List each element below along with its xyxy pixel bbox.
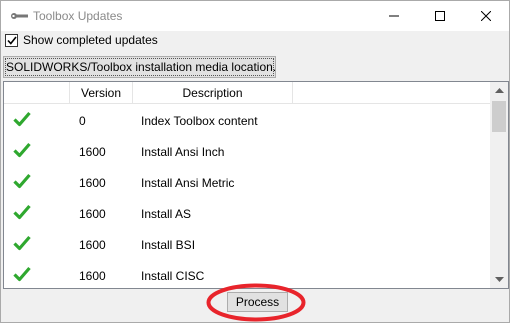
installation-media-location-button[interactable]: SOLIDWORKS/Toolbox installation media lo…: [3, 56, 276, 78]
table-row[interactable]: 1600 Install CISC: [4, 259, 490, 288]
show-completed-label[interactable]: Show completed updates: [23, 33, 158, 47]
row-version: 1600: [79, 176, 106, 190]
row-version: 1600: [79, 269, 106, 283]
row-version: 0: [79, 114, 86, 128]
row-description: Install AS: [141, 207, 192, 221]
row-description: Install Ansi Metric: [141, 176, 235, 190]
row-version: 1600: [79, 145, 106, 159]
scroll-up-arrow-icon: [494, 88, 504, 93]
row-description: Index Toolbox content: [141, 114, 258, 128]
maximize-icon: [435, 11, 445, 21]
scroll-down-arrow-icon: [494, 277, 504, 282]
scroll-up-button[interactable]: [490, 82, 508, 99]
table-row[interactable]: 1600 Install BSI: [4, 228, 490, 259]
list-rows: 0 Index Toolbox content 1600 Install Ans…: [4, 104, 490, 288]
minimize-icon: [389, 15, 399, 17]
window-title: Toolbox Updates: [33, 9, 123, 23]
maximize-button[interactable]: [417, 1, 463, 31]
close-button[interactable]: [463, 1, 509, 31]
column-header-description[interactable]: Description: [133, 82, 293, 104]
column-header-version[interactable]: Version: [70, 82, 133, 104]
green-checkmark-icon: [13, 266, 31, 282]
scroll-down-button[interactable]: [490, 271, 508, 288]
green-checkmark-icon: [13, 235, 31, 251]
title-bar[interactable]: Toolbox Updates: [1, 1, 509, 31]
process-button[interactable]: Process: [227, 292, 288, 312]
toolbox-updates-window: Toolbox Updates Show completed updates S…: [0, 0, 510, 323]
minimize-button[interactable]: [371, 1, 417, 31]
row-description: Install Ansi Inch: [141, 145, 225, 159]
close-icon: [481, 11, 491, 21]
column-header-status[interactable]: [4, 82, 70, 104]
vertical-scrollbar[interactable]: [490, 82, 508, 288]
show-completed-checkbox[interactable]: [5, 33, 18, 47]
row-description: Install BSI: [141, 238, 196, 252]
checkmark-icon: [6, 36, 17, 45]
green-checkmark-icon: [13, 111, 31, 127]
table-row[interactable]: 0 Index Toolbox content: [4, 104, 490, 135]
scrollbar-thumb[interactable]: [492, 101, 506, 132]
show-completed-option[interactable]: Show completed updates: [5, 32, 158, 48]
updates-list[interactable]: Version Description 0 Index Toolbox cont…: [3, 81, 509, 289]
green-checkmark-icon: [13, 173, 31, 189]
wrench-icon: [11, 13, 28, 19]
list-header: Version Description: [4, 82, 490, 104]
table-row[interactable]: 1600 Install AS: [4, 197, 490, 228]
table-row[interactable]: 1600 Install Ansi Inch: [4, 135, 490, 166]
row-version: 1600: [79, 238, 106, 252]
row-version: 1600: [79, 207, 106, 221]
green-checkmark-icon: [13, 204, 31, 220]
table-row[interactable]: 1600 Install Ansi Metric: [4, 166, 490, 197]
row-description: Install CISC: [141, 269, 205, 283]
green-checkmark-icon: [13, 142, 31, 158]
